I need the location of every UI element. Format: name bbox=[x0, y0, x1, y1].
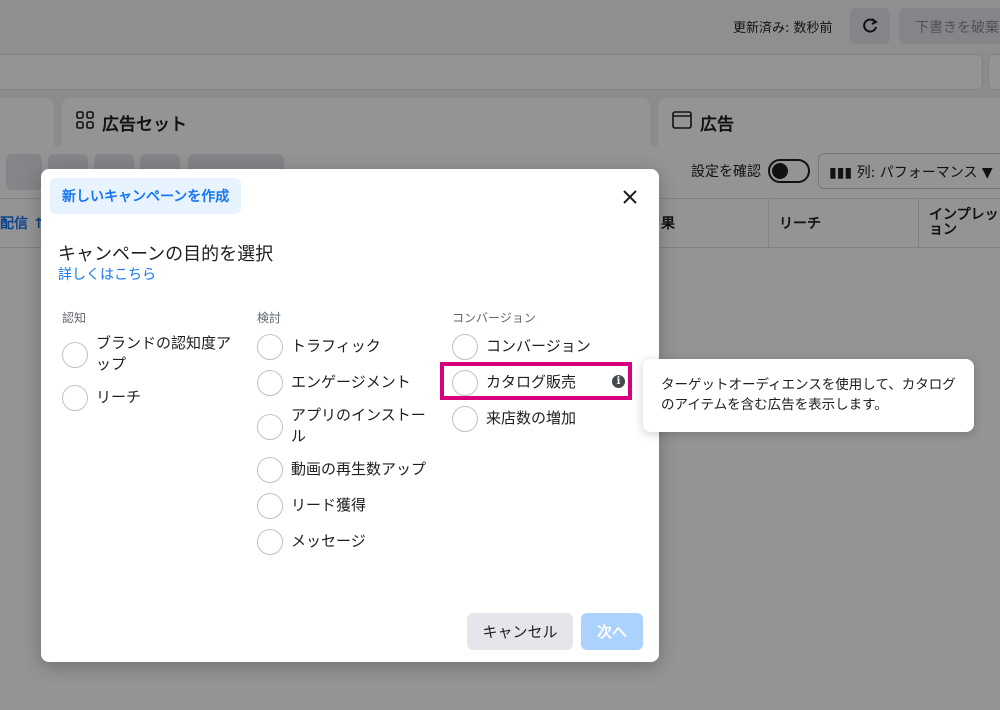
radio-button[interactable] bbox=[257, 334, 283, 360]
column-title: 認知 bbox=[62, 311, 87, 325]
option-label: 来店数の増加 bbox=[486, 409, 577, 427]
objective-option[interactable]: コンバージョン bbox=[452, 333, 642, 360]
create-campaign-dialog: 新しいキャンペーンを作成 キャンペーンの目的を選択 詳しくはこちら 認知 ブラン… bbox=[41, 169, 659, 662]
cancel-button[interactable]: キャンセル bbox=[467, 613, 573, 650]
objective-option[interactable]: エンゲージメント bbox=[257, 369, 447, 396]
radio-button[interactable] bbox=[452, 334, 478, 360]
option-label: エンゲージメント bbox=[291, 373, 411, 391]
objective-column-consideration: 検討 トラフィック エンゲージメント アプリのインストール 動画の再生数アップ … bbox=[257, 309, 447, 564]
learn-more-link[interactable]: 詳しくはこちら bbox=[58, 264, 156, 284]
objective-column-conversion: コンバージョン コンバージョン カタログ販売 i 来店数の増加 bbox=[440, 309, 642, 441]
option-label: コンバージョン bbox=[486, 337, 591, 355]
objective-option[interactable]: ブランドの認知度アップ bbox=[62, 333, 237, 375]
objective-option[interactable]: リーチ bbox=[62, 384, 252, 411]
radio-button[interactable] bbox=[257, 413, 283, 440]
column-title: 検討 bbox=[257, 311, 282, 325]
radio-button[interactable] bbox=[257, 457, 283, 483]
close-icon bbox=[623, 190, 637, 204]
next-button[interactable]: 次へ bbox=[581, 613, 643, 650]
tooltip: ターゲットオーディエンスを使用して、カタログのアイテムを含む広告を表示します。 bbox=[643, 359, 974, 432]
radio-button[interactable] bbox=[257, 529, 283, 555]
info-icon[interactable]: i bbox=[612, 375, 625, 388]
objective-option[interactable]: リード獲得 bbox=[257, 492, 447, 519]
dialog-tab[interactable]: 新しいキャンペーンを作成 bbox=[50, 178, 242, 214]
objective-option[interactable]: 動画の再生数アップ bbox=[257, 456, 447, 483]
objective-option[interactable]: トラフィック bbox=[257, 333, 447, 360]
close-button[interactable] bbox=[618, 185, 642, 209]
radio-button[interactable] bbox=[62, 341, 88, 368]
option-label: メッセージ bbox=[291, 532, 366, 550]
objective-option[interactable]: メッセージ bbox=[257, 528, 447, 555]
objective-column-awareness: 認知 ブランドの認知度アップ リーチ bbox=[62, 309, 252, 420]
option-label: トラフィック bbox=[291, 337, 381, 355]
radio-button[interactable] bbox=[257, 370, 283, 396]
option-label: ブランドの認知度アップ bbox=[96, 334, 232, 373]
dialog-title: キャンペーンの目的を選択 bbox=[58, 244, 274, 265]
radio-button[interactable] bbox=[257, 493, 283, 519]
radio-button[interactable] bbox=[452, 406, 478, 432]
objective-option[interactable]: アプリのインストール bbox=[257, 405, 427, 447]
radio-button[interactable] bbox=[62, 385, 88, 411]
option-label: リード獲得 bbox=[291, 496, 367, 514]
column-title: コンバージョン bbox=[452, 311, 536, 325]
option-label: アプリのインストール bbox=[291, 406, 426, 445]
objective-option[interactable]: 来店数の増加 bbox=[452, 405, 642, 432]
highlight-box bbox=[440, 362, 632, 400]
option-label: 動画の再生数アップ bbox=[291, 460, 427, 478]
objective-option-catalog-sales[interactable]: カタログ販売 i bbox=[440, 362, 642, 400]
option-label: リーチ bbox=[96, 388, 142, 406]
